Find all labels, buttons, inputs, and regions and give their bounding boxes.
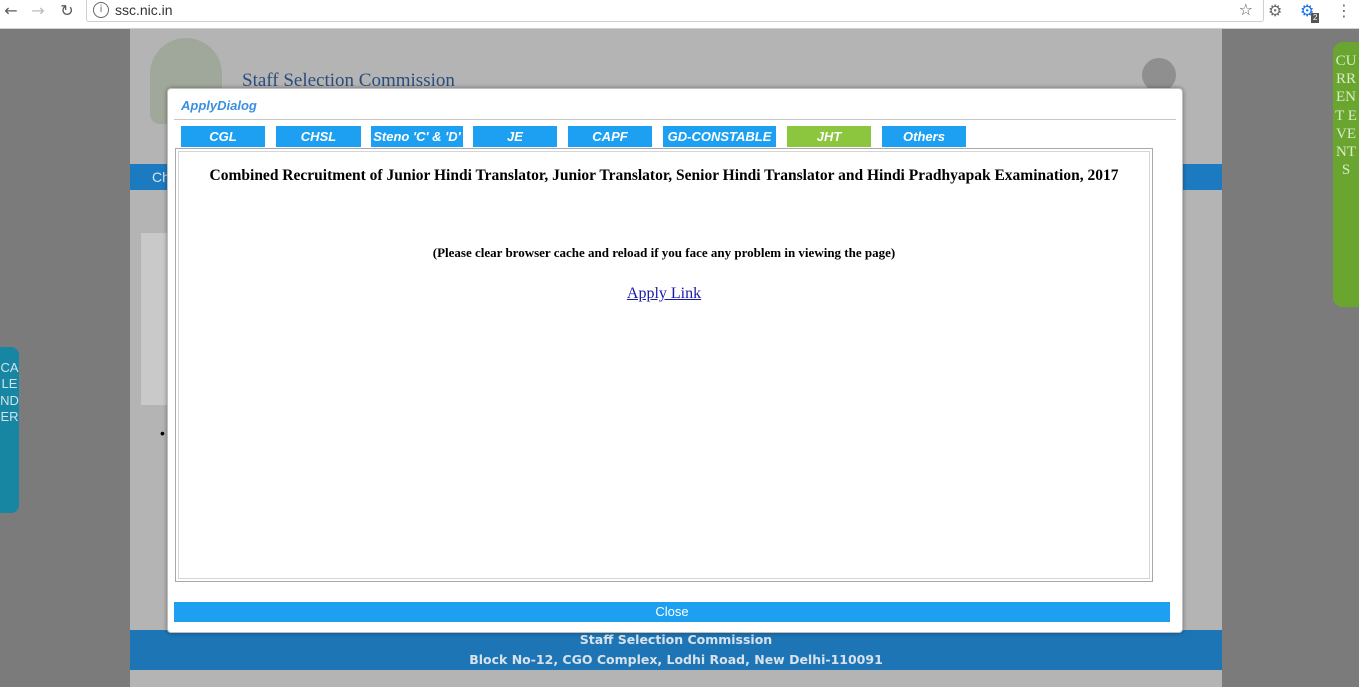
close-button[interactable]: Close — [174, 602, 1170, 622]
browser-menu-icon[interactable]: ⋮ — [1336, 0, 1352, 22]
address-bar[interactable]: i ssc.nic.in ☆ — [86, 0, 1264, 22]
dialog-divider — [174, 119, 1176, 120]
apply-link[interactable]: Apply Link — [627, 285, 701, 302]
dialog-title: ApplyDialog — [181, 98, 257, 113]
tab-jht[interactable]: JHT — [787, 126, 871, 147]
reload-icon[interactable]: ↻ — [56, 0, 78, 22]
extension-badge: 2 — [1311, 13, 1320, 23]
tab-chsl[interactable]: CHSL — [276, 126, 361, 147]
extension-icon[interactable]: ⚙ — [1268, 0, 1282, 22]
cache-note: (Please clear browser cache and reload i… — [432, 245, 896, 260]
national-emblem-icon — [1142, 58, 1176, 92]
exam-heading: Combined Recruitment of Junior Hindi Tra… — [209, 167, 1119, 184]
browser-toolbar: ← → ↻ i ssc.nic.in ☆ ⚙ ⚙ 2 ⋮ — [0, 0, 1359, 29]
bookmark-star-icon[interactable]: ☆ — [1239, 0, 1253, 19]
footer: Staff Selection Commission Block No-12, … — [130, 630, 1222, 670]
back-icon[interactable]: ← — [0, 0, 22, 22]
forward-icon[interactable]: → — [27, 0, 49, 22]
list-bullet: • — [160, 425, 165, 441]
current-events-side-tab-label[interactable]: CURRENT EVENTS — [1335, 52, 1357, 179]
url-text[interactable]: ssc.nic.in — [115, 2, 173, 18]
tab-content-panel: Combined Recruitment of Junior Hindi Tra… — [175, 148, 1153, 582]
tab-others[interactable]: Others — [882, 126, 966, 147]
side-image — [141, 233, 167, 405]
tab-je[interactable]: JE — [473, 126, 557, 147]
tab-capf[interactable]: CAPF — [568, 126, 652, 147]
tab-gd-constable[interactable]: GD-CONSTABLE — [663, 126, 776, 147]
site-info-icon[interactable]: i — [93, 2, 109, 18]
footer-title: Staff Selection Commission — [579, 632, 773, 647]
apply-dialog: ApplyDialog CGL CHSL Steno 'C' & 'D' JE … — [167, 88, 1183, 633]
tab-content-inner — [178, 151, 1150, 579]
footer-address: Block No-12, CGO Complex, Lodhi Road, Ne… — [469, 652, 883, 667]
tab-cgl[interactable]: CGL — [181, 126, 265, 147]
tab-steno[interactable]: Steno 'C' & 'D' — [371, 126, 463, 147]
calendar-side-tab-label[interactable]: CALENDER — [0, 360, 19, 425]
